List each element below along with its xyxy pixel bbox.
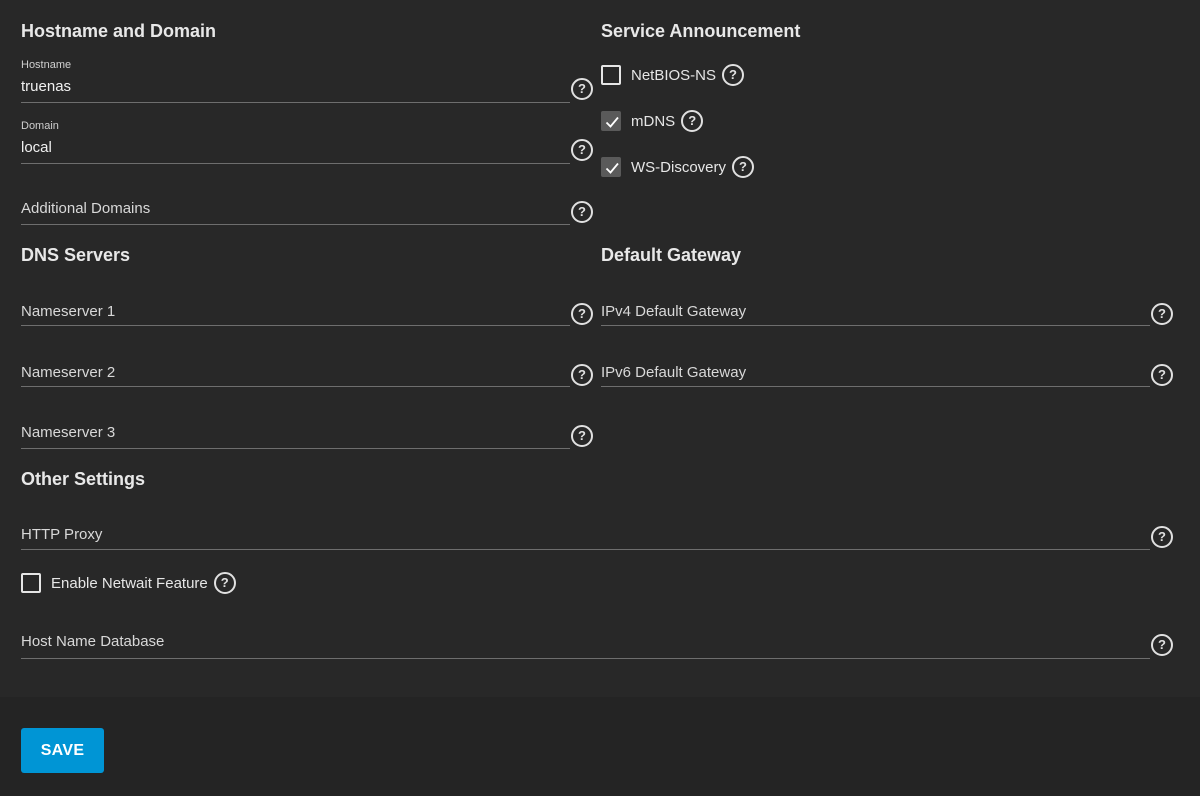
hostname-underline (21, 102, 570, 103)
http-proxy-underline (21, 549, 1150, 550)
ipv4-gateway-field[interactable]: IPv4 Default Gateway (601, 286, 1150, 326)
nameserver-2-placeholder: Nameserver 2 (21, 364, 116, 381)
domain-field[interactable]: Domain local (21, 120, 570, 164)
network-global-config-form: Hostname and Domain Hostname truenas ? D… (0, 0, 1200, 697)
netbios-ns-checkbox[interactable] (601, 65, 621, 85)
additional-domains-help-icon[interactable]: ? (571, 201, 593, 223)
additional-domains-placeholder: Additional Domains (21, 200, 151, 217)
ipv6-gateway-underline (601, 386, 1150, 387)
hostname-help-icon[interactable]: ? (571, 78, 593, 100)
netwait-checkbox[interactable] (21, 573, 41, 593)
mdns-label: mDNS (631, 112, 676, 130)
ws-discovery-label: WS-Discovery (631, 158, 727, 176)
ws-discovery-checkbox[interactable] (601, 157, 621, 177)
http-proxy-placeholder: HTTP Proxy (21, 526, 103, 543)
netwait-checkbox-row[interactable]: Enable Netwait Feature ? (21, 572, 236, 594)
domain-underline (21, 163, 570, 164)
nameserver-3-help-icon[interactable]: ? (571, 425, 593, 447)
ipv4-gateway-underline (601, 325, 1150, 326)
domain-label: Domain (21, 120, 59, 132)
nameserver-1-field[interactable]: Nameserver 1 (21, 286, 570, 326)
mdns-checkbox-row[interactable]: mDNS ? (601, 110, 704, 132)
checkmark-icon (605, 116, 619, 128)
domain-help-icon[interactable]: ? (571, 139, 593, 161)
netbios-ns-label: NetBIOS-NS (631, 66, 717, 84)
ipv6-gateway-help-icon[interactable]: ? (1151, 364, 1173, 386)
nameserver-2-field[interactable]: Nameserver 2 (21, 347, 570, 387)
mdns-help-icon[interactable]: ? (681, 110, 704, 132)
nameserver-3-field[interactable]: Nameserver 3 (21, 408, 570, 449)
nameserver-1-underline (21, 325, 570, 326)
netwait-label: Enable Netwait Feature (51, 574, 208, 592)
nameserver-3-placeholder: Nameserver 3 (21, 424, 116, 441)
ipv4-gateway-placeholder: IPv4 Default Gateway (601, 303, 747, 320)
netwait-help-icon[interactable]: ? (213, 572, 236, 594)
save-button[interactable]: SAVE (21, 728, 104, 773)
ws-discovery-help-icon[interactable]: ? (732, 156, 755, 178)
section-title-hostname-domain: Hostname and Domain (21, 21, 217, 41)
section-title-default-gateway: Default Gateway (601, 245, 742, 265)
section-title-dns-servers: DNS Servers (21, 245, 131, 265)
http-proxy-help-icon[interactable]: ? (1151, 526, 1173, 548)
additional-domains-field[interactable]: Additional Domains (21, 184, 570, 225)
hostname-field[interactable]: Hostname truenas (21, 59, 570, 103)
http-proxy-field[interactable]: HTTP Proxy (21, 509, 1150, 550)
nameserver-2-help-icon[interactable]: ? (571, 364, 593, 386)
nameserver-1-placeholder: Nameserver 1 (21, 303, 116, 320)
nameserver-3-underline (21, 448, 570, 449)
nameserver-1-help-icon[interactable]: ? (571, 303, 593, 325)
netbios-ns-help-icon[interactable]: ? (722, 64, 745, 86)
section-title-other-settings: Other Settings (21, 469, 146, 489)
mdns-checkbox[interactable] (601, 111, 621, 131)
ipv4-gateway-help-icon[interactable]: ? (1151, 303, 1173, 325)
ipv6-gateway-field[interactable]: IPv6 Default Gateway (601, 347, 1150, 387)
section-title-service-announcement: Service Announcement (601, 21, 801, 41)
checkmark-icon (605, 162, 619, 174)
nameserver-2-underline (21, 386, 570, 387)
ws-discovery-checkbox-row[interactable]: WS-Discovery ? (601, 156, 755, 178)
netbios-ns-checkbox-row[interactable]: NetBIOS-NS ? (601, 64, 745, 86)
form-footer (0, 697, 1200, 796)
hostname-label: Hostname (21, 59, 72, 71)
host-name-database-field[interactable]: Host Name Database (21, 617, 1150, 659)
additional-domains-underline (21, 224, 570, 225)
domain-value[interactable]: local (21, 139, 52, 157)
host-name-database-help-icon[interactable]: ? (1151, 634, 1173, 656)
hostname-value[interactable]: truenas (21, 78, 71, 96)
host-name-database-placeholder: Host Name Database (21, 633, 165, 650)
ipv6-gateway-placeholder: IPv6 Default Gateway (601, 364, 747, 381)
host-name-database-underline (21, 658, 1150, 659)
